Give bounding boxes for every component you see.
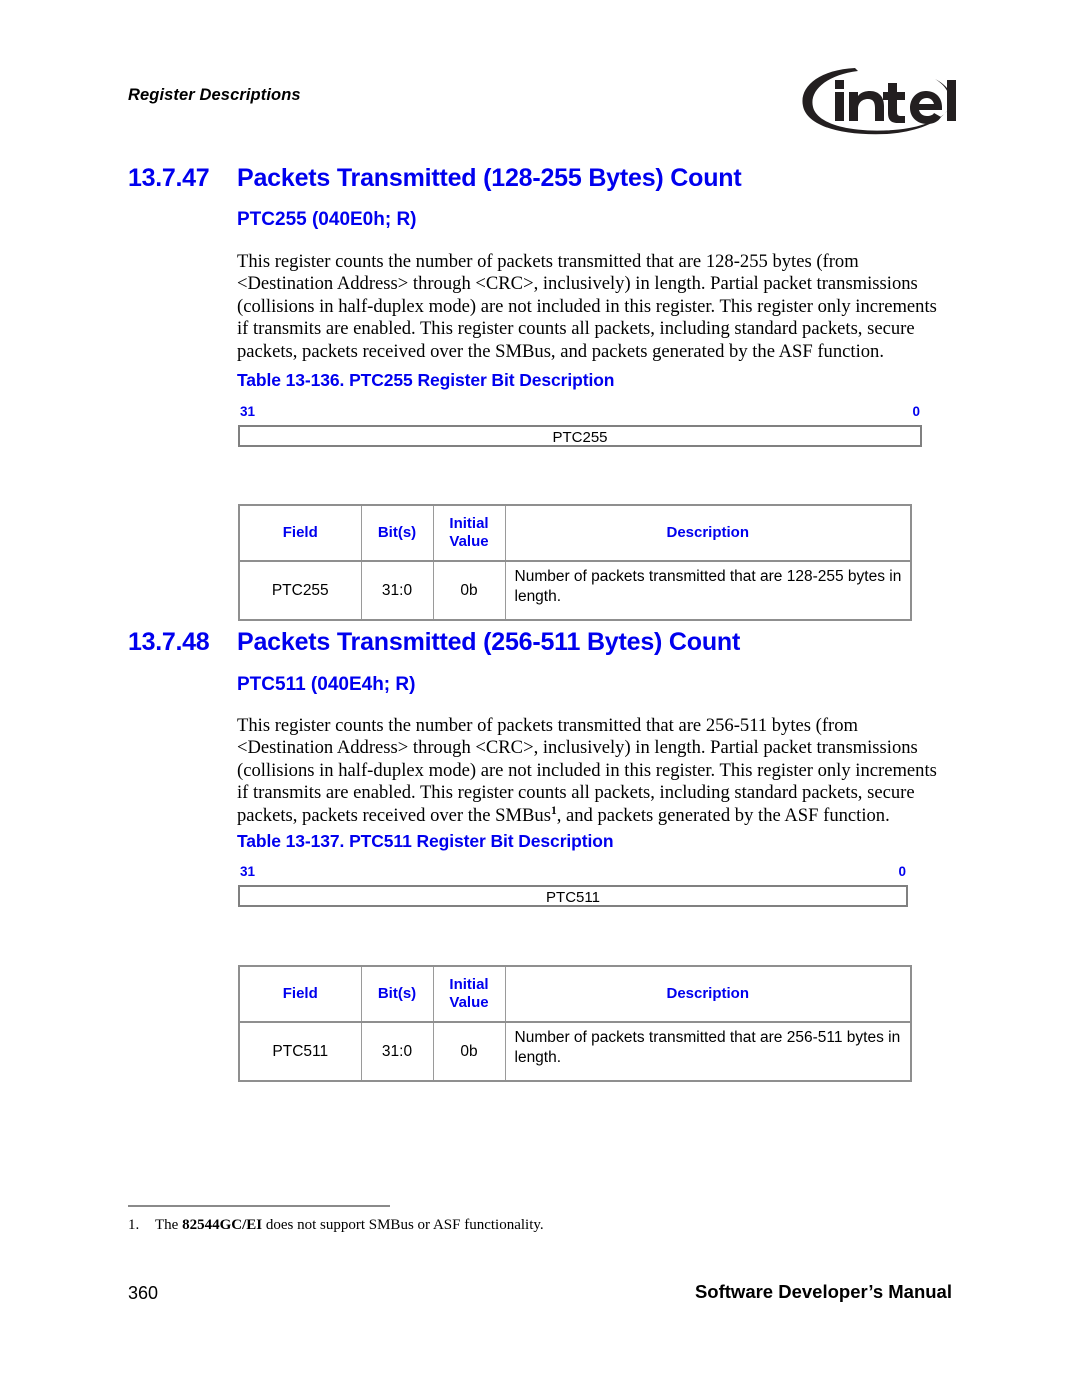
col-header-initial-value: Initial Value [432,504,506,562]
col-header-field: Field [238,965,362,1023]
cell-initial-value: 0b [432,560,506,621]
table-caption-13-137: Table 13-137. PTC511 Register Bit Descri… [237,831,614,851]
body-text-after-footnote: , and packets generated by the ASF funct… [556,804,890,826]
register-bit-table-ptc255: Field Bit(s) Initial Value Description PT… [238,504,912,621]
cell-description: Number of packets transmitted that are 1… [504,560,912,621]
table-row: PTC255 31:0 0b Number of packets transmi… [238,560,912,621]
bitfield-lsb-label: 0 [898,864,906,879]
bitfield-msb-label: 31 [240,864,256,879]
section-body-ptc511: This register counts the number of packe… [237,715,937,827]
col-header-bits: Bit(s) [360,504,434,562]
table-header-row: Field Bit(s) Initial Value Description [238,504,912,562]
footnote-number: 1. [128,1217,140,1233]
cell-bits: 31:0 [360,1021,434,1082]
bitfield-msb-label: 31 [240,404,256,419]
col-header-field: Field [238,504,362,562]
section-number-13-7-47: 13.7.47 [128,164,210,192]
col-header-initial-value: Initial Value [432,965,506,1023]
col-header-bits: Bit(s) [360,965,434,1023]
cell-initial-value: 0b [432,1021,506,1082]
section-body-ptc255: This register counts the number of packe… [237,251,937,362]
col-header-description: Description [504,504,912,562]
page-number: 360 [128,1283,159,1303]
table-header-row: Field Bit(s) Initial Value Description [238,965,912,1023]
section-subtitle-ptc255: PTC255 (040E0h; R) [237,209,417,230]
bitfield-register-box: PTC511 [238,885,908,907]
cell-field: PTC511 [238,1021,362,1082]
bitfield-diagram-ptc511: 31 0 PTC511 [238,864,908,907]
bitfield-labels: 31 0 [238,864,908,881]
cell-description: Number of packets transmitted that are 2… [504,1021,912,1082]
intel-logo: ® [795,58,960,140]
footnote-separator-rule [128,1205,390,1207]
section-title-13-7-47: Packets Transmitted (128-255 Bytes) Coun… [237,164,742,192]
bitfield-lsb-label: 0 [912,404,920,419]
footnote-text-before-bold: The [155,1217,183,1233]
cell-field: PTC255 [238,560,362,621]
footnote-text-after-bold: does not support SMBus or ASF functional… [262,1217,544,1233]
section-title-13-7-48: Packets Transmitted (256-511 Bytes) Coun… [237,628,741,656]
col-header-description: Description [504,965,912,1023]
table-row: PTC511 31:0 0b Number of packets transmi… [238,1021,912,1082]
register-bit-table-ptc511: Field Bit(s) Initial Value Description PT… [238,965,912,1082]
bitfield-diagram-ptc255: 31 0 PTC255 [238,404,922,447]
table-caption-13-136: Table 13-136. PTC255 Register Bit Descri… [237,370,615,390]
bitfield-register-box: PTC255 [238,425,922,447]
footnote-1: 1. The 82544GC/EI does not support SMBus … [128,1216,888,1235]
section-subtitle-ptc511: PTC511 (040E4h; R) [237,674,416,695]
footnote-part-number: 82544GC/EI [182,1217,263,1233]
registered-trademark-glyph: ® [947,80,954,90]
section-number-13-7-48: 13.7.48 [128,628,210,656]
bitfield-labels: 31 0 [238,404,922,421]
manual-title-footer: Software Developer’s Manual [694,1281,952,1302]
running-header-title: Register Descriptions [128,86,301,104]
document-page: Register Descriptions ® 13.7.47 Packets … [0,0,1080,1397]
cell-bits: 31:0 [360,560,434,621]
